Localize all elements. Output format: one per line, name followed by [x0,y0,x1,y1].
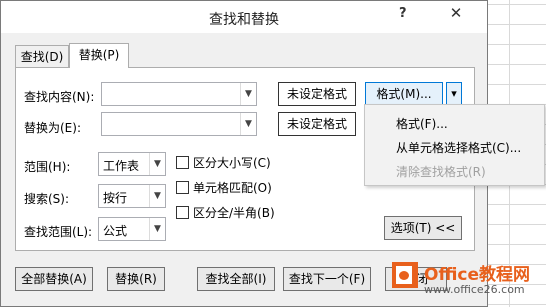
tab-replace[interactable]: 替换(P) [69,43,129,68]
help-button[interactable]: ? [399,6,407,21]
chevron-down-icon[interactable]: ▼ [149,153,165,175]
checkbox-box[interactable] [176,181,189,194]
match-case-label: 区分大小写(C) [193,156,271,170]
search-label: 搜索(S): [24,192,70,206]
lookin-value: 公式 [103,224,128,238]
find-label: 查找内容(N): [24,90,95,104]
chevron-down-icon[interactable]: ▼ [240,113,256,135]
scope-label: 范围(H): [24,160,71,174]
replace-button[interactable]: 替换(R) [107,267,165,291]
menu-item-format[interactable]: 格式(F)... [396,115,448,132]
scope-select[interactable]: 工作表 ▼ [98,152,166,176]
lookin-label: 查找范围(L): [24,225,93,239]
search-value: 按行 [103,191,128,205]
menu-item-clear-format[interactable]: 清除查找格式(R) [396,163,486,180]
search-select[interactable]: 按行 ▼ [98,184,166,208]
find-input[interactable]: ▼ [101,82,257,106]
replace-all-button[interactable]: 全部替换(A) [15,267,93,291]
tab-find[interactable]: 查找(D) [15,45,69,67]
scope-value: 工作表 [103,159,140,173]
find-all-button[interactable]: 查找全部(I) [197,267,275,291]
match-cell-checkbox[interactable]: 单元格匹配(O) [176,179,272,196]
watermark-url: www.office26.com [424,283,525,296]
match-byte-label: 区分全/半角(B) [193,206,275,220]
close-icon[interactable]: ✕ [433,2,479,24]
checkbox-box[interactable] [176,156,189,169]
format-dropdown-menu: 格式(F)... 从单元格选择格式(C)... 清除查找格式(R) [364,104,545,186]
menu-item-pick-from-cell[interactable]: 从单元格选择格式(C)... [396,139,521,156]
checkbox-box[interactable] [176,206,189,219]
replace-format-status: 未设定格式 [278,112,356,136]
replace-label: 替换为(E): [24,121,81,135]
watermark-logo: Office教程网 www.office26.com [386,254,546,307]
options-button[interactable]: 选项(T) << [384,216,462,240]
match-case-checkbox[interactable]: 区分大小写(C) [176,154,271,171]
office-logo-icon-dot [399,271,409,280]
title-bar: 查找和替换 ? ✕ [1,1,487,33]
find-format-status: 未设定格式 [278,82,356,106]
format-button[interactable]: 格式(M)... [365,82,443,106]
find-next-button[interactable]: 查找下一个(F) [283,267,371,291]
replace-input[interactable]: ▼ [101,112,257,136]
chevron-down-icon[interactable]: ▼ [149,185,165,207]
match-cell-label: 单元格匹配(O) [193,181,272,195]
lookin-select[interactable]: 公式 ▼ [98,217,166,241]
match-byte-checkbox[interactable]: 区分全/半角(B) [176,204,275,221]
watermark-name: Office教程网 [424,265,531,285]
dialog-title: 查找和替换 [209,12,279,28]
chevron-down-icon[interactable]: ▼ [149,218,165,240]
chevron-down-icon[interactable]: ▼ [240,83,256,105]
format-dropdown-arrow-icon[interactable]: ▾ [446,82,462,106]
